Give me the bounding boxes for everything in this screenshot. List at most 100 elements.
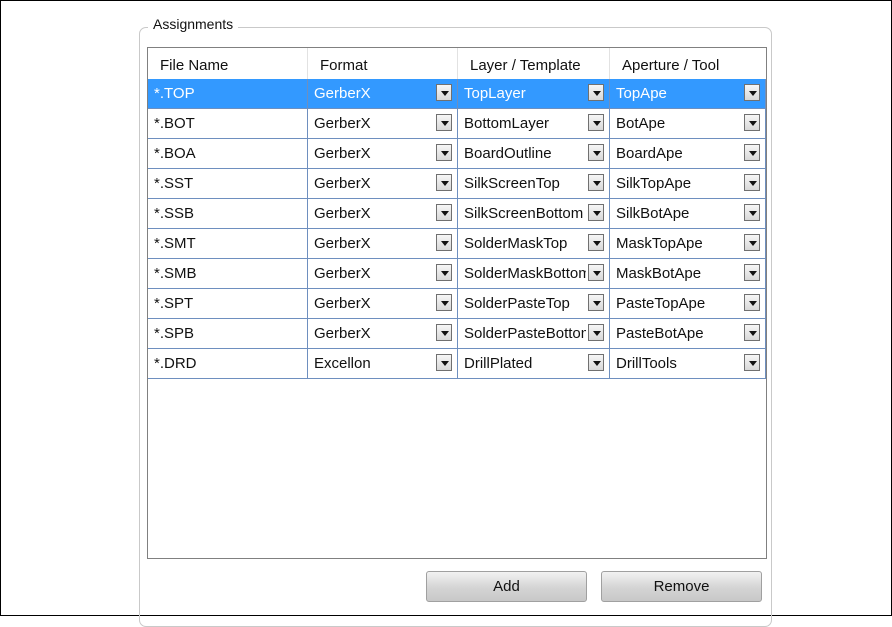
cell-file-name: *.SPB [148,319,308,348]
cell-format[interactable]: GerberX [308,289,458,318]
chevron-down-icon[interactable] [588,204,604,221]
chevron-down-icon[interactable] [436,264,452,281]
cell-format-value: GerberX [314,85,371,102]
cell-layer-template-value: SilkScreenTop [464,175,560,192]
chevron-down-icon[interactable] [436,174,452,191]
cell-format[interactable]: GerberX [308,79,458,108]
table-row[interactable]: *.SSB GerberX SilkScreenBottom SilkBotApe [148,199,766,229]
chevron-down-icon[interactable] [744,264,760,281]
table-row[interactable]: *.BOT GerberX BottomLayer BotApe [148,109,766,139]
column-header-aperture-tool[interactable]: Aperture / Tool [610,48,766,79]
cell-aperture-tool[interactable]: DrillTools [610,349,766,378]
cell-format[interactable]: Excellon [308,349,458,378]
cell-aperture-tool[interactable]: SilkBotApe [610,199,766,228]
chevron-down-icon[interactable] [588,294,604,311]
cell-file-name: *.SPT [148,289,308,318]
chevron-down-icon[interactable] [744,324,760,341]
cell-layer-template[interactable]: DrillPlated [458,349,610,378]
chevron-down-icon[interactable] [588,234,604,251]
chevron-down-icon[interactable] [588,144,604,161]
table-row[interactable]: *.DRD Excellon DrillPlated DrillTools [148,349,766,379]
chevron-down-icon[interactable] [436,324,452,341]
chevron-down-icon[interactable] [744,294,760,311]
cell-aperture-tool-value: MaskBotApe [616,265,702,282]
chevron-down-icon[interactable] [744,84,760,101]
cell-file-name: *.SSB [148,199,308,228]
cell-format[interactable]: GerberX [308,229,458,258]
cell-file-name: *.DRD [148,349,308,378]
cell-layer-template[interactable]: TopLayer [458,79,610,108]
cell-aperture-tool-value: TopApe [616,85,667,102]
cell-layer-template-value: BottomLayer [464,115,550,132]
table-row[interactable]: *.SST GerberX SilkScreenTop SilkTopApe [148,169,766,199]
cell-format-value: GerberX [314,265,371,282]
chevron-down-icon[interactable] [744,354,760,371]
chevron-down-icon[interactable] [588,324,604,341]
cell-layer-template[interactable]: SilkScreenBottom [458,199,610,228]
chevron-down-icon[interactable] [744,144,760,161]
grid-header: File Name Format Layer / Template Apertu… [148,48,766,79]
cell-format[interactable]: GerberX [308,169,458,198]
cell-file-name: *.SMB [148,259,308,288]
chevron-down-icon[interactable] [588,84,604,101]
cell-format-value: GerberX [314,145,371,162]
remove-button[interactable]: Remove [601,571,762,602]
assignments-group-title: Assignments [148,16,239,32]
table-row[interactable]: *.BOA GerberX BoardOutline BoardApe [148,139,766,169]
cell-aperture-tool-value: BotApe [616,115,666,132]
column-header-format[interactable]: Format [308,48,458,79]
table-row[interactable]: *.SMT GerberX SolderMaskTop MaskTopApe [148,229,766,259]
cell-layer-template[interactable]: SolderMaskTop [458,229,610,258]
cell-aperture-tool[interactable]: PasteTopApe [610,289,766,318]
cell-aperture-tool[interactable]: BotApe [610,109,766,138]
cell-aperture-tool[interactable]: MaskBotApe [610,259,766,288]
chevron-down-icon[interactable] [588,174,604,191]
cell-layer-template[interactable]: SolderPasteBottom [458,319,610,348]
cell-aperture-tool-value: PasteTopApe [616,295,706,312]
cell-aperture-tool[interactable]: TopApe [610,79,766,108]
chevron-down-icon[interactable] [436,204,452,221]
cell-layer-template-value: DrillPlated [464,355,533,372]
cell-aperture-tool[interactable]: PasteBotApe [610,319,766,348]
assignments-grid[interactable]: File Name Format Layer / Template Apertu… [147,47,767,559]
chevron-down-icon[interactable] [436,114,452,131]
cell-aperture-tool-value: MaskTopApe [616,235,703,252]
chevron-down-icon[interactable] [744,234,760,251]
cell-format[interactable]: GerberX [308,259,458,288]
cell-format[interactable]: GerberX [308,109,458,138]
cell-format-value: GerberX [314,235,371,252]
cell-format-value: Excellon [314,355,371,372]
cell-aperture-tool[interactable]: BoardApe [610,139,766,168]
chevron-down-icon[interactable] [588,354,604,371]
cell-aperture-tool[interactable]: MaskTopApe [610,229,766,258]
table-row[interactable]: *.SMB GerberX SolderMaskBottom MaskBotApe [148,259,766,289]
add-button[interactable]: Add [426,571,587,602]
cell-layer-template[interactable]: BottomLayer [458,109,610,138]
column-header-file-name[interactable]: File Name [148,48,308,79]
cell-format-value: GerberX [314,295,371,312]
cell-format[interactable]: GerberX [308,319,458,348]
column-header-layer-template[interactable]: Layer / Template [458,48,610,79]
chevron-down-icon[interactable] [744,174,760,191]
cell-layer-template[interactable]: SolderPasteTop [458,289,610,318]
cell-layer-template[interactable]: SilkScreenTop [458,169,610,198]
table-row[interactable]: *.SPT GerberX SolderPasteTop PasteTopApe [148,289,766,319]
cell-aperture-tool-value: SilkBotApe [616,205,690,222]
chevron-down-icon[interactable] [436,144,452,161]
chevron-down-icon[interactable] [436,234,452,251]
chevron-down-icon[interactable] [436,354,452,371]
cell-layer-template[interactable]: BoardOutline [458,139,610,168]
chevron-down-icon[interactable] [744,204,760,221]
table-row[interactable]: *.TOP GerberX TopLayer TopApe [148,79,766,109]
chevron-down-icon[interactable] [436,84,452,101]
chevron-down-icon[interactable] [588,264,604,281]
cell-format[interactable]: GerberX [308,199,458,228]
cell-aperture-tool[interactable]: SilkTopApe [610,169,766,198]
cell-format[interactable]: GerberX [308,139,458,168]
cell-format-value: GerberX [314,175,371,192]
chevron-down-icon[interactable] [588,114,604,131]
table-row[interactable]: *.SPB GerberX SolderPasteBottom PasteBotApe [148,319,766,349]
chevron-down-icon[interactable] [744,114,760,131]
chevron-down-icon[interactable] [436,294,452,311]
cell-layer-template[interactable]: SolderMaskBottom [458,259,610,288]
